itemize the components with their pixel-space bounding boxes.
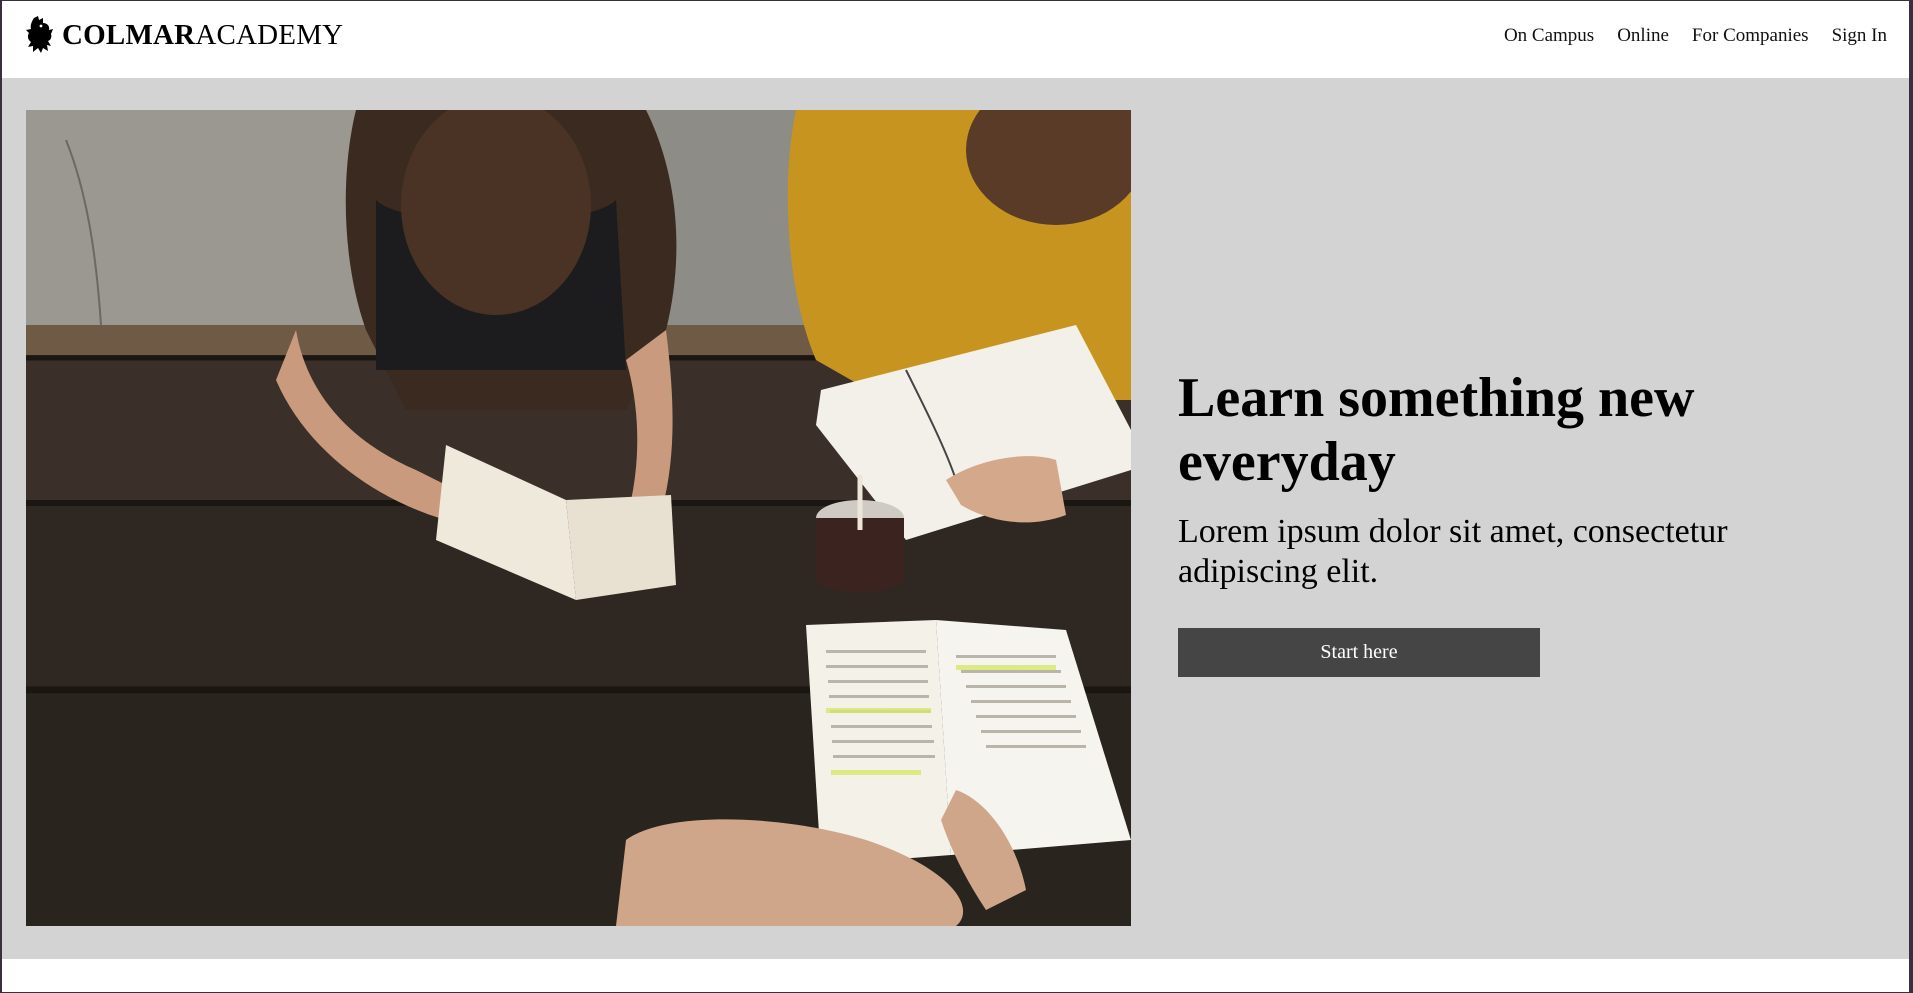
students-studying-photo bbox=[26, 110, 1131, 926]
nav-link-online[interactable]: Online bbox=[1617, 25, 1669, 47]
start-here-button[interactable]: Start here bbox=[1178, 628, 1540, 677]
hero-copy: Learn something new everyday Lorem ipsum… bbox=[1178, 366, 1838, 677]
nav-link-for-companies[interactable]: For Companies bbox=[1692, 25, 1809, 47]
site-header: COLMARACADEMY On Campus Online For Compa… bbox=[2, 1, 1909, 78]
hero-subtitle: Lorem ipsum dolor sit amet, consectetur … bbox=[1178, 513, 1728, 590]
brand-name: COLMARACADEMY bbox=[62, 15, 343, 55]
nav-link-on-campus[interactable]: On Campus bbox=[1504, 25, 1594, 47]
griffin-logo-icon bbox=[26, 16, 53, 53]
page-bottom-section bbox=[2, 959, 1909, 992]
main-nav: On Campus Online For Companies Sign In bbox=[1504, 25, 1887, 47]
hero-image bbox=[26, 110, 1131, 926]
nav-link-sign-in[interactable]: Sign In bbox=[1832, 25, 1887, 47]
browser-viewport: COLMARACADEMY On Campus Online For Compa… bbox=[2, 1, 1909, 992]
logo[interactable]: COLMARACADEMY bbox=[24, 14, 343, 56]
brand-name-bold: COLMAR bbox=[62, 19, 196, 51]
brand-name-light: ACADEMY bbox=[195, 19, 344, 51]
hero-section: Learn something new everyday Lorem ipsum… bbox=[2, 78, 1909, 959]
hero-title: Learn something new everyday bbox=[1178, 367, 1695, 493]
